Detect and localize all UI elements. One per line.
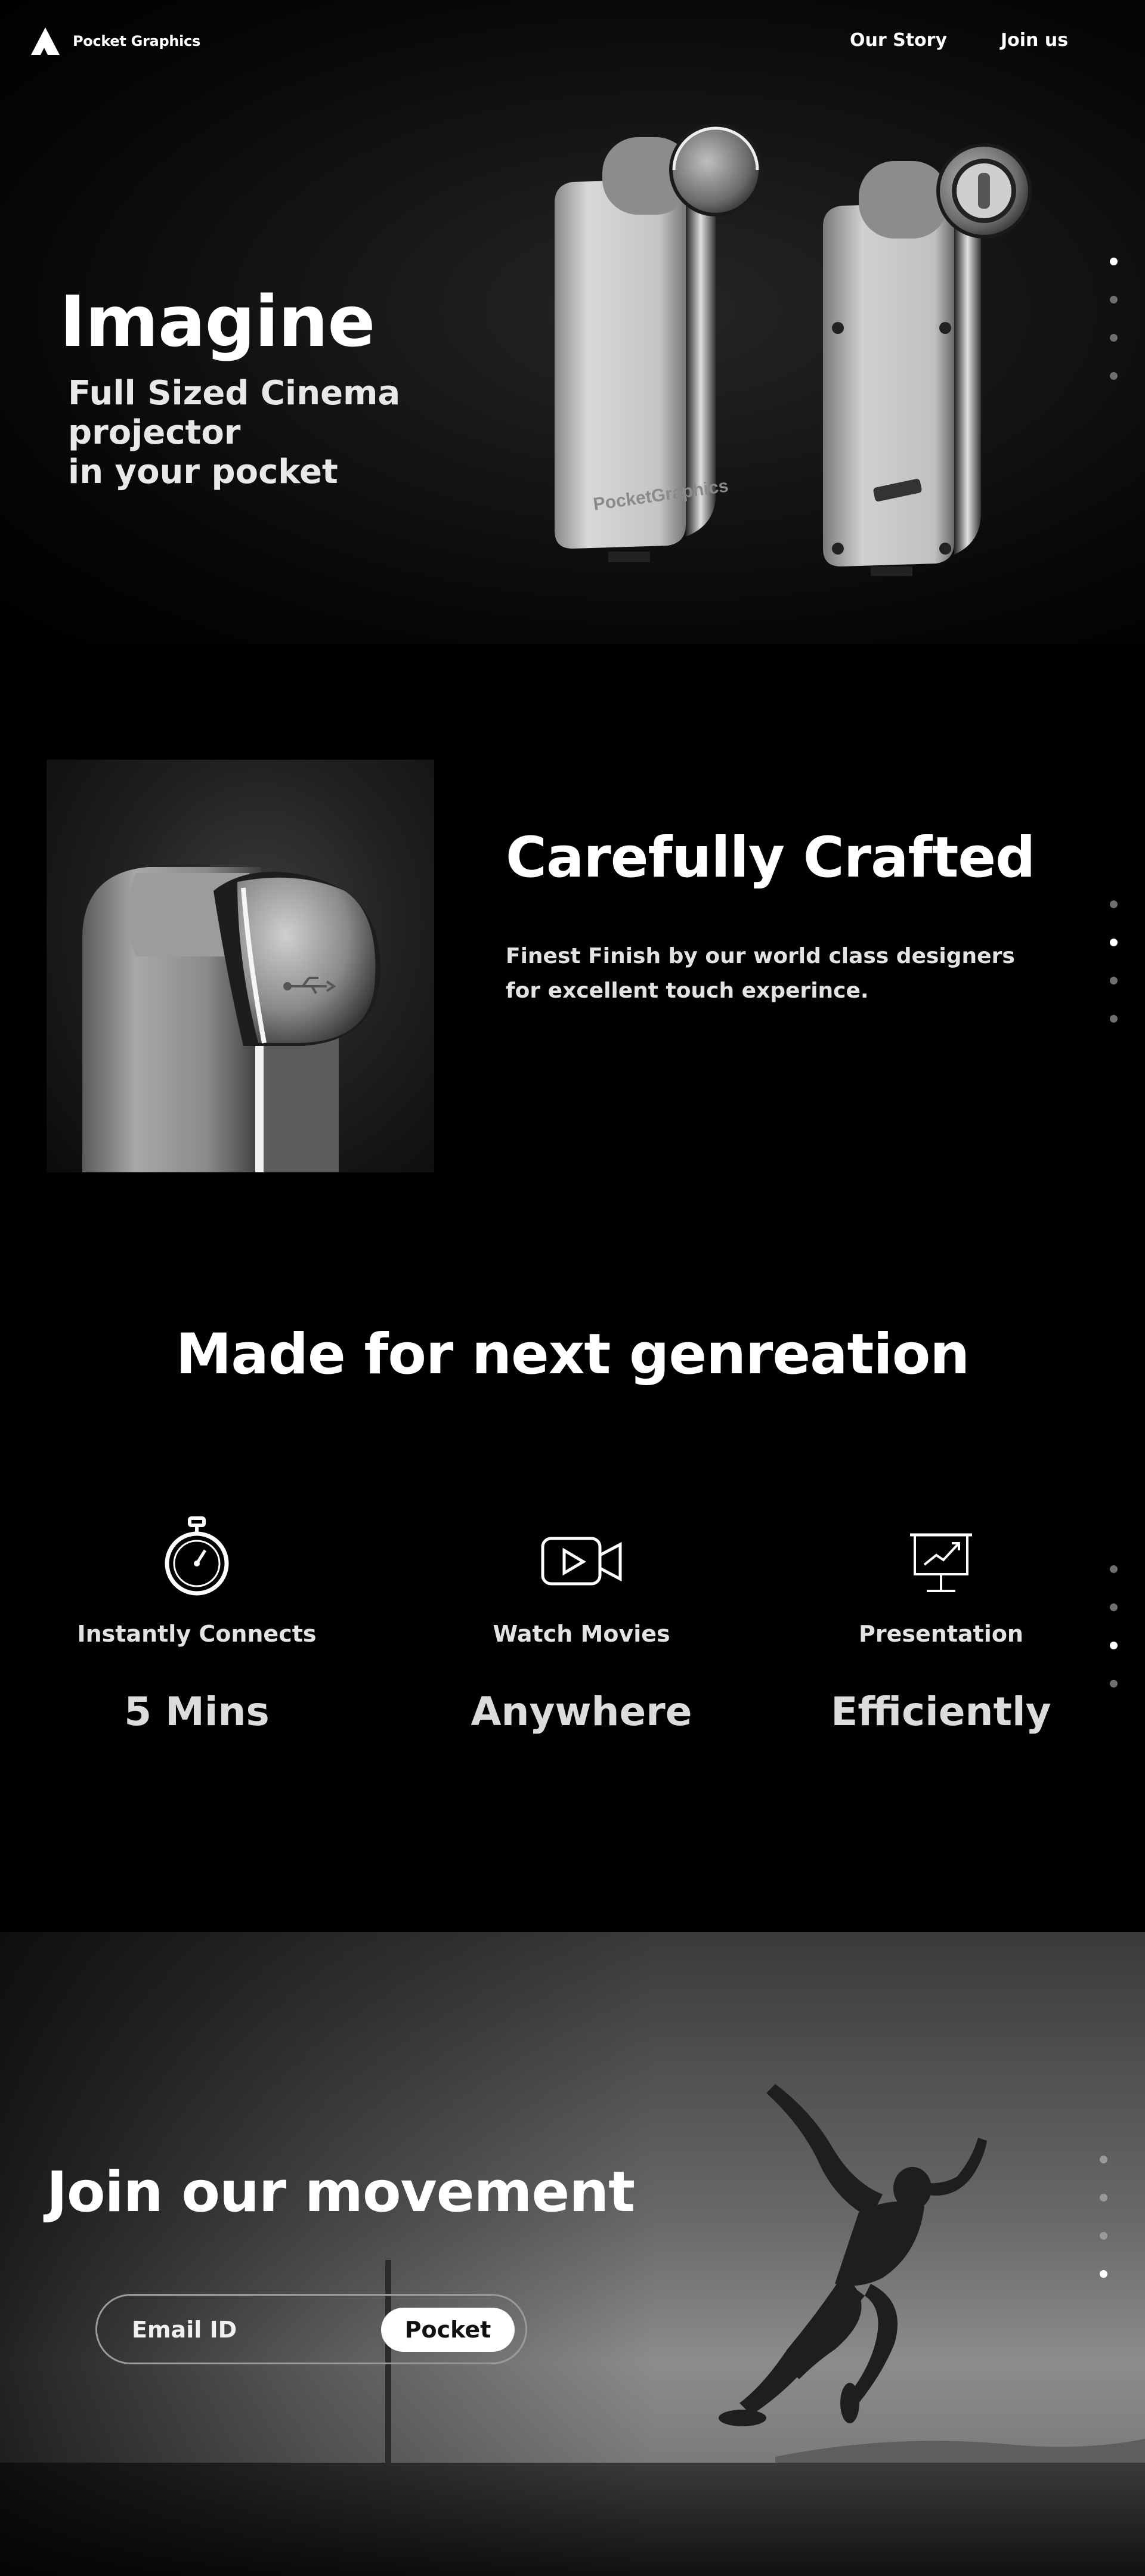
pocket-submit-button[interactable]: Pocket [381,2308,515,2352]
hero-subtitle-line: in your pocket [68,453,338,491]
feature-instantly-connects: Instantly Connects 5 Mins [36,1515,358,1735]
crafted-title: Carefully Crafted [506,825,1035,890]
nav-link-join-us[interactable]: Join us [1001,30,1068,51]
pagination-dot[interactable] [1110,1565,1118,1573]
triangle-logo-icon [31,27,60,55]
email-input[interactable] [131,2296,383,2364]
feature-value: 5 Mins [124,1689,270,1735]
pagination-dot[interactable] [1110,977,1118,984]
crafted-description: Finest Finish by our world class designe… [506,939,1015,1008]
features-pagination-dots [1110,1565,1118,1688]
pagination-dot[interactable] [1110,1642,1118,1649]
feature-value: Anywhere [471,1689,692,1735]
crafted-description-line: Finest Finish by our world class designe… [506,944,1015,968]
feature-label: Presentation [859,1621,1023,1647]
pagination-dot[interactable] [1110,1603,1118,1611]
projector-device-back-image [823,143,1032,576]
hero-pagination-dots [1110,258,1118,380]
pagination-dot[interactable] [1110,939,1118,946]
pagination-dot[interactable] [1100,2232,1107,2240]
pagination-dot[interactable] [1100,2156,1107,2163]
pagination-dot[interactable] [1100,2270,1107,2278]
feature-label: Watch Movies [493,1621,670,1647]
sprinter-photo [0,1932,1145,2576]
stopwatch-icon [165,1516,229,1596]
pagination-dot[interactable] [1110,1680,1118,1688]
newsletter-form: Pocket [95,2294,527,2364]
pagination-dot[interactable] [1110,296,1118,304]
nav-link-our-story[interactable]: Our Story [850,30,947,51]
hero-subtitle: Full Sized Cinema projector in your pock… [68,374,400,492]
brand-name: Pocket Graphics [73,33,200,49]
feature-watch-movies: Watch Movies Anywhere [420,1515,742,1735]
device-closeup-image [47,760,434,1172]
crafted-description-line: for excellent touch experince. [506,979,869,1003]
pagination-dot[interactable] [1100,2194,1107,2202]
pagination-dot[interactable] [1110,1015,1118,1023]
hero-subtitle-line: Full Sized Cinema [68,374,401,413]
feature-value: Efficiently [831,1689,1051,1735]
hero-title: Imagine [60,280,375,363]
pagination-dot[interactable] [1110,258,1118,265]
video-play-icon [541,1537,622,1586]
pagination-dot[interactable] [1110,334,1118,342]
feature-label: Instantly Connects [77,1621,317,1647]
brand-logo[interactable]: Pocket Graphics [30,26,200,56]
features-title: Made for next genreation [175,1322,970,1387]
join-section [0,1932,1145,2576]
join-title: Join our movement [47,2160,635,2225]
hero-section: PocketGraphics Imagine Full Sized Cinema… [0,0,1145,644]
feature-presentation: Presentation Efficiently [780,1515,1102,1735]
pagination-dot[interactable] [1110,900,1118,908]
presentation-board-icon [910,1533,972,1592]
crafted-pagination-dots [1110,900,1118,1023]
join-pagination-dots [1100,2156,1107,2278]
pagination-dot[interactable] [1110,372,1118,380]
hero-subtitle-line: projector [68,413,241,452]
